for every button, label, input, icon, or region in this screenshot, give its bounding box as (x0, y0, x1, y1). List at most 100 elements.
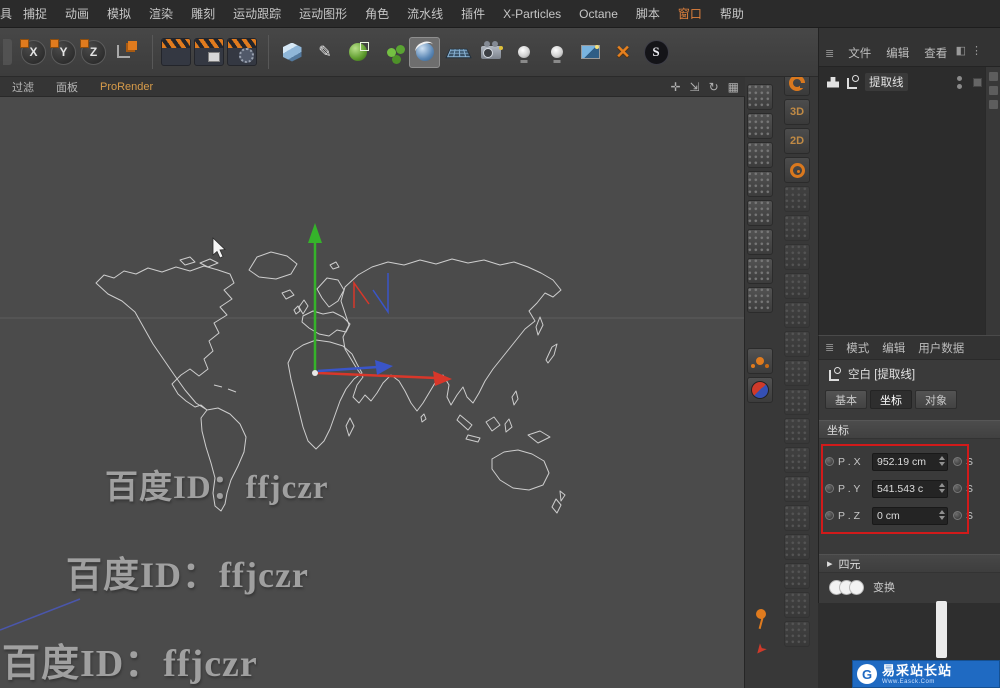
polygons-mode-icon[interactable] (747, 258, 773, 284)
tab-coordinates[interactable]: 坐标 (870, 390, 912, 409)
quaternion-section[interactable]: ▸ 四元 (819, 554, 1000, 573)
axis-lock-dot[interactable] (825, 457, 834, 466)
render-settings-button[interactable] (227, 38, 257, 66)
model-mode-icon[interactable] (747, 113, 773, 139)
snap-toggle-icon[interactable] (747, 348, 773, 374)
panel-dots-icon[interactable]: ⋮ (971, 44, 982, 57)
object-row[interactable]: 提取线 (819, 67, 1000, 95)
stepper-icon[interactable] (939, 509, 945, 520)
side-tool-icon[interactable] (784, 447, 810, 473)
side-tool-icon[interactable] (784, 186, 810, 212)
render-picture-viewer-button[interactable] (194, 38, 224, 66)
light-button[interactable] (509, 38, 539, 67)
edge-icon[interactable] (988, 86, 998, 95)
viewport-menu-panel[interactable]: 面板 (56, 79, 78, 95)
lock-z-axis-button[interactable]: Z (80, 38, 106, 65)
lock-x-axis-button[interactable]: X (20, 38, 46, 65)
workplane-mode-icon[interactable] (747, 171, 773, 197)
menu-item-sculpt[interactable]: 雕刻 (182, 5, 224, 22)
side-tool-icon[interactable] (784, 476, 810, 502)
viewport-menu-prorender[interactable]: ProRender (100, 81, 153, 93)
side-tool-icon[interactable] (784, 563, 810, 589)
menu-item-mograph[interactable]: 运动图形 (290, 5, 356, 22)
menu-item-simulate[interactable]: 模拟 (98, 5, 140, 22)
scrollbar-thumb[interactable] (936, 601, 947, 658)
om-menu-file[interactable]: 文件 (848, 45, 871, 61)
menu-item-character[interactable]: 角色 (356, 5, 398, 22)
spline-pen-button[interactable]: ✎ (310, 38, 340, 67)
menu-item-motion-tracker[interactable]: 运动跟踪 (224, 5, 290, 22)
tab-object[interactable]: 对象 (915, 390, 957, 409)
visibility-dot-bottom[interactable] (957, 83, 962, 89)
points-mode-icon[interactable] (747, 200, 773, 226)
axis-lock-dot[interactable] (953, 484, 962, 493)
menu-item-clipped[interactable]: 具 (0, 5, 14, 22)
floor-plane-button[interactable] (443, 38, 473, 67)
axis-lock-dot[interactable] (953, 511, 962, 520)
view-3d-toggle[interactable]: 3D (784, 99, 810, 125)
axis-lock-dot[interactable] (825, 511, 834, 520)
make-editable-icon[interactable] (747, 84, 773, 110)
subdivision-surface-button[interactable] (343, 38, 373, 67)
side-tool-icon[interactable] (784, 505, 810, 531)
coordinate-system-icon[interactable] (111, 38, 141, 67)
visibility-dots[interactable] (957, 75, 962, 89)
side-tool-icon[interactable] (784, 331, 810, 357)
menu-item-render[interactable]: 渲染 (140, 5, 182, 22)
primitive-cube-button[interactable] (277, 38, 307, 67)
object-name[interactable]: 提取线 (865, 73, 908, 91)
px-input[interactable]: 952.19 cm (872, 452, 948, 471)
side-tool-icon[interactable] (784, 418, 810, 444)
rotate-view-icon[interactable]: ↻ (709, 80, 719, 94)
zoom-view-icon[interactable]: ⇲ (690, 80, 700, 94)
menu-item-help[interactable]: 帮助 (711, 5, 753, 22)
array-generator-button[interactable] (376, 38, 406, 67)
stepper-icon[interactable] (939, 482, 945, 493)
panel-corner-icon[interactable]: ◧ (956, 44, 966, 57)
attr-menu-userdata[interactable]: 用户数据 (918, 340, 964, 356)
menu-item-animation[interactable]: 动画 (56, 5, 98, 22)
side-tool-icon[interactable] (784, 244, 810, 270)
side-tool-icon[interactable] (784, 389, 810, 415)
viewport-menu-filter[interactable]: 过滤 (12, 79, 34, 95)
side-tool-icon[interactable] (784, 534, 810, 560)
panel-handle-icon[interactable]: ≣ (825, 47, 834, 60)
side-tool-icon[interactable] (784, 592, 810, 618)
octane-button[interactable]: S (641, 38, 671, 67)
texture-mode-icon[interactable] (747, 142, 773, 168)
magnet-mode-icon[interactable] (747, 377, 773, 403)
side-tool-icon[interactable] (784, 360, 810, 386)
display-material-button[interactable] (575, 38, 605, 67)
enable-axis-icon[interactable] (747, 287, 773, 313)
om-menu-edit[interactable]: 编辑 (886, 45, 909, 61)
animation-dial-icon[interactable] (784, 157, 810, 183)
menu-item-script[interactable]: 脚本 (627, 5, 669, 22)
light-button-2[interactable] (542, 38, 572, 67)
visibility-dot-top[interactable] (957, 75, 962, 81)
attr-menu-mode[interactable]: 模式 (846, 340, 869, 356)
camera-button[interactable] (476, 38, 506, 67)
attr-menu-edit[interactable]: 编辑 (882, 340, 905, 356)
menu-item-xparticles[interactable]: X-Particles (494, 7, 570, 21)
edge-icon[interactable] (988, 72, 998, 81)
viewport-canvas[interactable]: 百度ID：ffjczr 百度ID：ffjczr 百度ID：ffjczr (0, 97, 745, 688)
menu-item-octane[interactable]: Octane (570, 7, 627, 21)
menu-item-window[interactable]: 窗口 (669, 5, 711, 22)
back-arrow-icon[interactable]: ➤ (744, 633, 778, 667)
side-tool-icon[interactable] (784, 302, 810, 328)
render-view-button[interactable] (161, 38, 191, 66)
side-tool-icon[interactable] (784, 215, 810, 241)
xparticles-button[interactable]: ✕ (608, 38, 638, 67)
edges-mode-icon[interactable] (747, 229, 773, 255)
menu-item-pipeline[interactable]: 流水线 (398, 5, 452, 22)
side-tool-icon[interactable] (784, 273, 810, 299)
spline-tool-button-active[interactable] (409, 36, 440, 68)
pin-icon[interactable] (749, 607, 773, 633)
axis-lock-dot[interactable] (953, 457, 962, 466)
stepper-icon[interactable] (939, 455, 945, 466)
pan-view-icon[interactable]: ✛ (670, 80, 680, 94)
pz-input[interactable]: 0 cm (872, 506, 948, 525)
layer-color-chip[interactable] (973, 77, 982, 87)
clipped-tool-icon[interactable] (3, 39, 12, 65)
menu-item-snap[interactable]: 捕捉 (14, 5, 56, 22)
